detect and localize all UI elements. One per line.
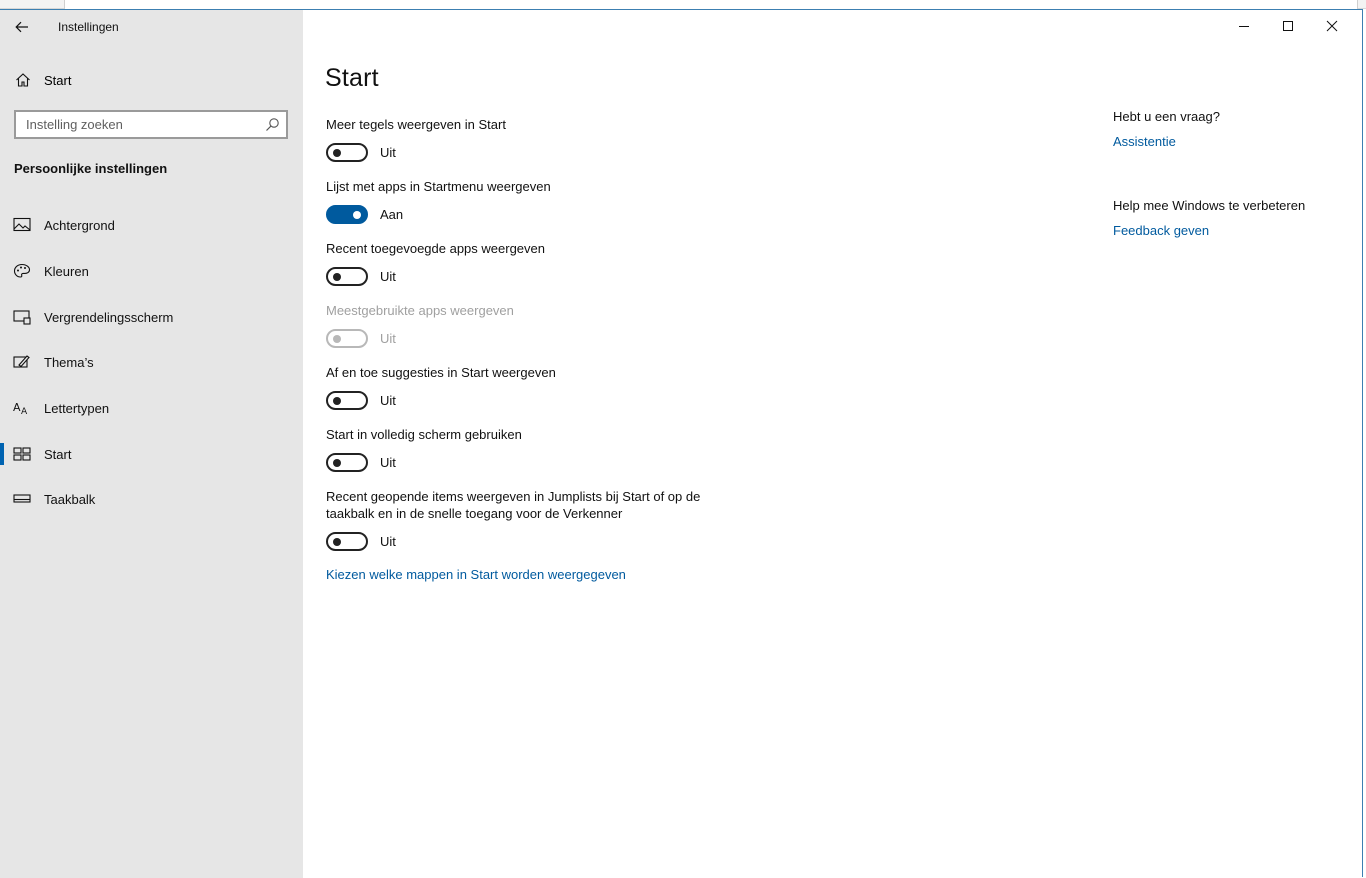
settings-window: Instellingen Start Persoonlijke instelli… bbox=[0, 9, 1363, 878]
background-window-frame bbox=[64, 0, 1358, 9]
setting-suggestions: Af en toe suggesties in Start weergeven … bbox=[326, 364, 746, 413]
close-button[interactable] bbox=[1310, 10, 1354, 42]
toggle-knob bbox=[333, 538, 341, 546]
toggle-row: Uit bbox=[326, 143, 746, 165]
app-list-toggle[interactable] bbox=[326, 205, 368, 224]
minimize-icon bbox=[1239, 26, 1249, 27]
setting-app-list: Lijst met apps in Startmenu weergeven Aa… bbox=[326, 178, 746, 227]
close-icon bbox=[1326, 20, 1338, 32]
page-title: Start bbox=[325, 64, 379, 92]
svg-text:A: A bbox=[13, 401, 21, 414]
suggestions-toggle[interactable] bbox=[326, 391, 368, 410]
selection-indicator bbox=[0, 443, 4, 465]
jumplists-toggle[interactable] bbox=[326, 532, 368, 551]
title-bar: Instellingen bbox=[0, 10, 303, 42]
most-used-toggle bbox=[326, 329, 368, 348]
setting-label: Lijst met apps in Startmenu weergeven bbox=[326, 179, 551, 194]
toggle-state: Uit bbox=[380, 534, 396, 549]
theme-icon bbox=[13, 355, 30, 368]
toggle-row: Uit bbox=[326, 453, 746, 475]
sidebar-item-themas[interactable]: Thema’s bbox=[0, 343, 303, 381]
sidebar: Instellingen Start Persoonlijke instelli… bbox=[0, 10, 303, 878]
toggle-state: Uit bbox=[380, 393, 396, 408]
back-button[interactable] bbox=[8, 16, 36, 38]
sidebar-item-taakbalk[interactable]: Taakbalk bbox=[0, 480, 303, 518]
search-box[interactable] bbox=[14, 110, 288, 139]
toggle-knob bbox=[333, 149, 341, 157]
taskbar-icon bbox=[13, 494, 31, 503]
toggle-row: Aan bbox=[326, 205, 746, 227]
setting-most-used: Meestgebruikte apps weergeven Uit bbox=[326, 302, 746, 351]
toggle-row: Uit bbox=[326, 532, 726, 554]
minimize-button[interactable] bbox=[1222, 10, 1266, 42]
palette-icon bbox=[13, 263, 31, 278]
home-nav-item[interactable]: Start bbox=[0, 66, 303, 94]
toggle-row: Uit bbox=[326, 267, 746, 289]
home-icon bbox=[16, 73, 30, 87]
feedback-link[interactable]: Feedback geven bbox=[1113, 223, 1209, 238]
font-icon: A A bbox=[13, 401, 28, 416]
choose-folders-link[interactable]: Kiezen welke mappen in Start worden weer… bbox=[326, 567, 626, 582]
toggle-state: Aan bbox=[380, 207, 404, 222]
setting-label: Meestgebruikte apps weergeven bbox=[326, 303, 514, 318]
sidebar-item-label: Thema’s bbox=[44, 355, 94, 370]
home-label: Start bbox=[44, 73, 72, 88]
toggle-knob bbox=[333, 459, 341, 467]
toggle-knob bbox=[353, 211, 361, 219]
setting-label: Meer tegels weergeven in Start bbox=[326, 117, 506, 132]
sidebar-item-label: Lettertypen bbox=[44, 401, 110, 416]
sidebar-item-lettertypen[interactable]: A A Lettertypen bbox=[0, 389, 303, 427]
toggle-state: Uit bbox=[380, 455, 396, 470]
sidebar-item-achtergrond[interactable]: Achtergrond bbox=[0, 206, 303, 244]
sidebar-item-label: Vergrendelingsscherm bbox=[44, 310, 174, 325]
sidebar-item-label: Kleuren bbox=[44, 264, 89, 279]
sidebar-item-vergrendelingsscherm[interactable]: Vergrendelingsscherm bbox=[0, 298, 303, 336]
toggle-knob bbox=[333, 335, 341, 343]
section-heading: Persoonlijke instellingen bbox=[14, 161, 168, 176]
background-window-edge bbox=[0, 0, 1366, 9]
help-question-heading: Hebt u een vraag? bbox=[1113, 109, 1220, 124]
lock-screen-icon bbox=[13, 310, 31, 325]
toggle-state: Uit bbox=[380, 145, 396, 160]
start-icon bbox=[13, 447, 31, 461]
sidebar-item-kleuren[interactable]: Kleuren bbox=[0, 252, 303, 290]
toggle-row: Uit bbox=[326, 391, 746, 413]
setting-recently-added: Recent toegevoegde apps weergeven Uit bbox=[326, 240, 746, 289]
toggle-state: Uit bbox=[380, 269, 396, 284]
setting-label: Af en toe suggesties in Start weergeven bbox=[326, 365, 556, 380]
sidebar-item-label: Achtergrond bbox=[44, 218, 115, 233]
image-icon bbox=[13, 217, 31, 232]
toggle-row: Uit bbox=[326, 329, 746, 351]
app-title: Instellingen bbox=[58, 20, 119, 34]
help-improve-heading: Help mee Windows te verbeteren bbox=[1113, 198, 1306, 213]
toggle-knob bbox=[333, 273, 341, 281]
recently-added-toggle[interactable] bbox=[326, 267, 368, 286]
setting-full-screen: Start in volledig scherm gebruiken Uit bbox=[326, 426, 746, 475]
window-controls bbox=[1222, 10, 1362, 42]
sidebar-item-start[interactable]: Start bbox=[0, 435, 303, 473]
search-input[interactable] bbox=[16, 112, 256, 137]
svg-text:A: A bbox=[21, 407, 28, 416]
assistance-link[interactable]: Assistentie bbox=[1113, 134, 1176, 149]
setting-label: Recent geopende items weergeven in Jumpl… bbox=[326, 489, 701, 521]
maximize-button[interactable] bbox=[1266, 10, 1310, 42]
sidebar-item-label: Taakbalk bbox=[44, 492, 96, 507]
setting-jumplists: Recent geopende items weergeven in Jumpl… bbox=[326, 488, 726, 554]
more-tiles-toggle[interactable] bbox=[326, 143, 368, 162]
sidebar-item-label: Start bbox=[44, 447, 72, 462]
setting-label: Start in volledig scherm gebruiken bbox=[326, 427, 522, 442]
full-screen-toggle[interactable] bbox=[326, 453, 368, 472]
toggle-knob bbox=[333, 397, 341, 405]
setting-more-tiles: Meer tegels weergeven in Start Uit bbox=[326, 116, 746, 165]
setting-label: Recent toegevoegde apps weergeven bbox=[326, 241, 545, 256]
maximize-icon bbox=[1283, 21, 1293, 31]
toggle-state: Uit bbox=[380, 331, 396, 346]
arrow-left-icon bbox=[15, 21, 28, 33]
search-icon[interactable] bbox=[265, 117, 280, 132]
